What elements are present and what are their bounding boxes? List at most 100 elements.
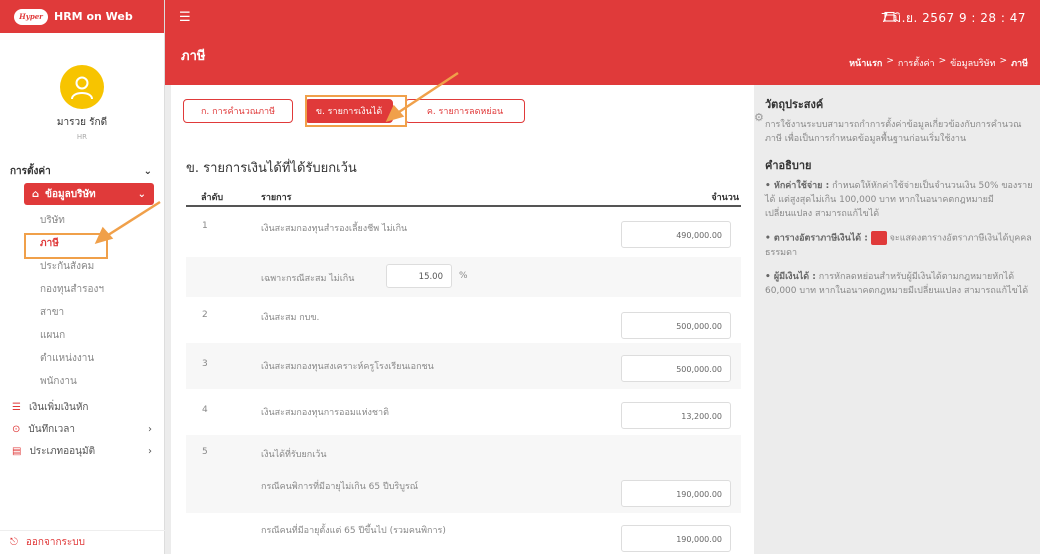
- sidebar-item-provident-fund[interactable]: กองทุนสำรองฯ: [0, 278, 164, 301]
- table-row: 3 เงินสะสมกองทุนสงเคราะห์ครูโรงเรียนเอกช…: [186, 343, 741, 389]
- title-bar: ภาษี หน้าแรก > การตั้งค่า > ข้อมูลบริษัท…: [165, 33, 1040, 85]
- row-no: 1: [202, 221, 208, 231]
- help-panel: วัตถุประสงค์ การใช้งานระบบสามารถกำการตั้…: [765, 95, 1035, 298]
- datetime-display: 7 มิ.ย. 2567 9 : 28 : 47: [880, 11, 1026, 25]
- row-no: 2: [202, 310, 208, 320]
- row-no: 3: [202, 359, 208, 369]
- table-row: กรณีคนพิการที่มีอายุไม่เกิน 65 ปีบริบูรณ…: [186, 471, 741, 513]
- col-header-amount: จำนวน: [711, 193, 739, 203]
- card-icon: ▤: [12, 445, 22, 457]
- breadcrumb-sep: >: [938, 56, 947, 66]
- list-icon: ☰: [12, 401, 21, 413]
- brand-logo: Hyper: [14, 8, 48, 25]
- sidebar-item-position[interactable]: ตำแหน่งงาน: [0, 347, 164, 370]
- row-desc: กรณีคนที่มีอายุตั้งแต่ 65 ปีขึ้นไป (รวมค…: [261, 526, 446, 536]
- row-desc: เงินสะสมกองทุนการออมแห่งชาติ: [261, 408, 389, 418]
- user-role: HR: [76, 133, 88, 141]
- objective-text: การใช้งานระบบสามารถกำการตั้งค่าข้อมูลเกี…: [765, 120, 1022, 144]
- table-row: เฉพาะกรณีสะสม ไม่เกิน 15.00 %: [186, 257, 741, 297]
- nav-section-settings[interactable]: การตั้งค่า ⌄: [0, 159, 164, 183]
- desc-paragraph-tax-table: • ตารางอัตราภาษีเงินได้ : จะแสดงตารางอัต…: [765, 231, 1035, 260]
- chevron-right-icon: ›: [148, 445, 152, 457]
- desc-label: • ตารางอัตราภาษีเงินได้ :: [765, 233, 868, 244]
- tab-deduction-items[interactable]: ค. รายการลดหย่อน: [405, 99, 525, 123]
- desc-paragraph-expense: • หักค่าใช้จ่าย : กำหนดให้หักค่าใช้จ่ายเ…: [765, 179, 1035, 221]
- row-no: 5: [202, 447, 208, 457]
- row-desc: กรณีคนพิการที่มีอายุไม่เกิน 65 ปีบริบูรณ…: [261, 482, 419, 492]
- sidebar: Hyper HRM on Web มารวย รักดี HR การตั้งค…: [0, 0, 165, 554]
- sidebar-item-label: เงินเพิ่มเงินหัก: [28, 401, 89, 413]
- highlight-box-tab: [305, 95, 407, 127]
- objective-title: วัตถุประสงค์: [765, 98, 824, 111]
- user-name: มารวย รักดี: [56, 117, 108, 128]
- col-header-no: ลำดับ: [201, 193, 224, 203]
- sidebar-item-approval-type[interactable]: ▤ ประเภทออนุมัติ ›: [0, 440, 164, 462]
- description-title: คำอธิบาย: [765, 159, 812, 172]
- chevron-down-icon: ⌄: [143, 165, 152, 177]
- nav-group-company-info[interactable]: ⌂ ข้อมูลบริษัท ⌄: [24, 183, 154, 205]
- percent-input[interactable]: 15.00: [386, 264, 452, 288]
- user-icon: [71, 76, 93, 100]
- tab-tax-calculation[interactable]: ก. การคำนวณภาษี: [183, 99, 293, 123]
- home-icon: ⌂: [32, 188, 40, 200]
- nav-group-label: ข้อมูลบริษัท: [45, 188, 96, 200]
- sidebar-item-employee[interactable]: พนักงาน: [0, 370, 164, 393]
- menu-icon[interactable]: ☰: [179, 10, 191, 25]
- desc-label: • ผู้มีเงินได้ :: [765, 271, 816, 282]
- tax-table-icon[interactable]: [870, 231, 887, 245]
- amount-input[interactable]: 190,000.00: [621, 480, 731, 507]
- row-no: 4: [202, 405, 208, 415]
- brand-bar[interactable]: Hyper HRM on Web: [0, 0, 164, 33]
- breadcrumb-sep: >: [999, 56, 1008, 66]
- desc-label: • หักค่าใช้จ่าย :: [765, 181, 830, 191]
- desc-paragraph-earner: • ผู้มีเงินได้ : การหักลดหย่อนสำหรับผู้ม…: [765, 270, 1035, 298]
- breadcrumb-company[interactable]: ข้อมูลบริษัท: [950, 56, 995, 70]
- nav-section-label: การตั้งค่า: [10, 165, 51, 177]
- sidebar-item-department[interactable]: แผนก: [0, 324, 164, 347]
- table-row: 4 เงินสะสมกองทุนการออมแห่งชาติ 13,200.00: [186, 389, 741, 435]
- sidebar-item-allowance-deduction[interactable]: ☰ เงินเพิ่มเงินหัก: [0, 396, 164, 418]
- page-title: ภาษี: [181, 49, 206, 64]
- col-header-item: รายการ: [261, 193, 292, 203]
- chevron-right-icon: ›: [148, 423, 152, 435]
- logout-button[interactable]: ⎋ ออกจากระบบ: [0, 530, 165, 554]
- gear-icon[interactable]: ⚙: [754, 111, 764, 124]
- breadcrumb-current: ภาษี: [1011, 59, 1028, 69]
- sidebar-item-label: บันทึกเวลา: [28, 423, 75, 435]
- breadcrumb-home[interactable]: หน้าแรก: [849, 56, 882, 70]
- table-header: ลำดับ รายการ จำนวน: [186, 185, 741, 207]
- breadcrumb-sep: >: [886, 56, 894, 66]
- breadcrumb: หน้าแรก > การตั้งค่า > ข้อมูลบริษัท > ภา…: [849, 56, 1028, 70]
- row-desc: เงินสะสมกองทุนสำรองเลี้ยงชีพ ไม่เกิน: [261, 224, 408, 234]
- sidebar-item-company[interactable]: บริษัท: [0, 209, 164, 232]
- content-card: ก. การคำนวณภาษี ข. รายการเงินได้ ค. รายก…: [171, 85, 754, 554]
- app-name: HRM on Web: [54, 10, 133, 23]
- logout-icon: ⎋: [10, 537, 18, 548]
- table-row: กรณีคนที่มีอายุตั้งแต่ 65 ปีขึ้นไป (รวมค…: [186, 513, 741, 554]
- avatar[interactable]: [60, 65, 104, 109]
- section-title: ข. รายการเงินได้ที่ได้รับยกเว้น: [186, 161, 357, 176]
- sidebar-item-branch[interactable]: สาขา: [0, 301, 164, 324]
- logout-label: ออกจากระบบ: [25, 537, 85, 548]
- chevron-down-icon: ⌄: [137, 188, 146, 200]
- topbar: ☰ 7 มิ.ย. 2567 9 : 28 : 47: [165, 0, 1040, 33]
- highlight-box-tax: [24, 233, 108, 259]
- row-desc: เงินได้ที่รับยกเว้น: [261, 450, 327, 460]
- row-desc: เฉพาะกรณีสะสม ไม่เกิน: [261, 274, 355, 284]
- table-row: 2 เงินสะสม กบข. 500,000.00: [186, 297, 741, 343]
- clock-icon: ⊙: [12, 423, 21, 435]
- row-desc: เงินสะสมกองทุนสงเคราะห์ครูโรงเรียนเอกชน: [261, 362, 434, 372]
- breadcrumb-settings[interactable]: การตั้งค่า: [898, 56, 935, 70]
- user-profile: มารวย รักดี HR: [0, 33, 164, 141]
- table-row: 1 เงินสะสมกองทุนสำรองเลี้ยงชีพ ไม่เกิน 4…: [186, 209, 741, 257]
- amount-input[interactable]: 500,000.00: [621, 355, 731, 382]
- row-desc: เงินสะสม กบข.: [261, 313, 320, 323]
- table-row: 5 เงินได้ที่รับยกเว้น: [186, 435, 741, 471]
- sidebar-item-time-record[interactable]: ⊙ บันทึกเวลา ›: [0, 418, 164, 440]
- percent-unit: %: [459, 271, 468, 281]
- amount-input[interactable]: 190,000.00: [621, 525, 731, 552]
- sidebar-item-label: ประเภทออนุมัติ: [29, 445, 96, 457]
- amount-input[interactable]: 490,000.00: [621, 221, 731, 248]
- amount-input[interactable]: 500,000.00: [621, 312, 731, 339]
- amount-input[interactable]: 13,200.00: [621, 402, 731, 429]
